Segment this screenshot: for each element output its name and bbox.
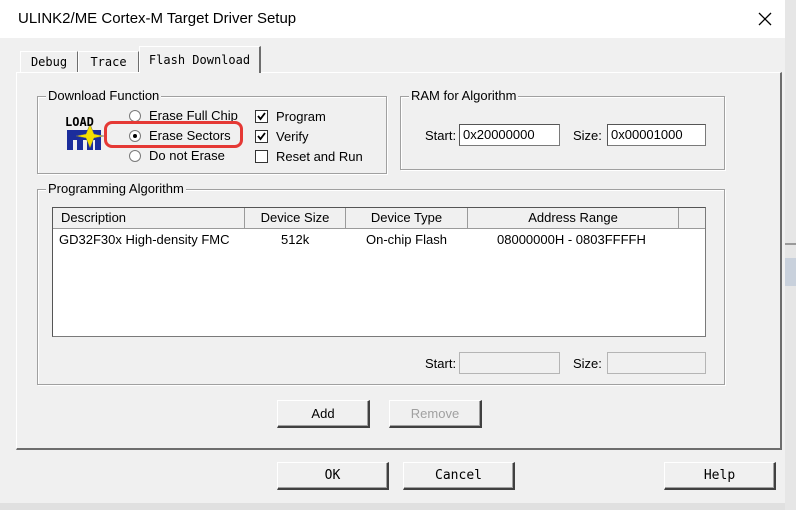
row-address-range: 08000000H - 0803FFFFH — [497, 232, 646, 247]
tab-flash-download[interactable]: Flash Download — [139, 46, 261, 73]
programming-algorithm-legend: Programming Algorithm — [46, 181, 186, 197]
do-not-erase-radio[interactable] — [129, 150, 141, 162]
help-button[interactable]: Help — [664, 462, 776, 490]
download-function-legend: Download Function — [46, 88, 162, 104]
ram-for-algorithm-legend: RAM for Algorithm — [409, 88, 519, 104]
close-icon — [758, 12, 772, 26]
add-button[interactable]: Add — [277, 400, 370, 428]
background-bar — [785, 258, 796, 286]
column-header-address-range[interactable]: Address Range — [468, 208, 679, 229]
close-button[interactable] — [748, 4, 782, 34]
background-divider — [785, 243, 796, 245]
program-checkbox[interactable] — [255, 110, 268, 123]
reset-and-run-label: Reset and Run — [276, 149, 363, 164]
load-icon-text: LOAD — [65, 115, 94, 129]
verify-label: Verify — [276, 129, 309, 144]
window-title: ULINK2/ME Cortex-M Target Driver Setup — [18, 10, 297, 27]
ram-size-label: Size: — [573, 128, 602, 143]
ram-start-label: Start: — [425, 128, 457, 143]
algorithm-start-input[interactable] — [459, 352, 560, 374]
column-header-description[interactable]: Description — [53, 208, 245, 229]
tab-trace[interactable]: Trace — [78, 51, 139, 72]
algorithm-table-header: Description Device Size Device Type Addr… — [53, 208, 705, 229]
target-driver-setup-dialog: ULINK2/ME Cortex-M Target Driver Setup D… — [0, 0, 785, 510]
checkmark-icon — [257, 112, 266, 121]
column-header-filler — [679, 208, 705, 229]
background-window-edge — [0, 503, 785, 510]
row-description: GD32F30x High-density FMC — [59, 232, 230, 247]
algorithm-size-input[interactable] — [607, 352, 706, 374]
background-window — [785, 0, 796, 510]
do-not-erase-label: Do not Erase — [149, 148, 225, 163]
reset-and-run-checkbox[interactable] — [255, 150, 268, 163]
erase-sectors-highlight — [104, 121, 243, 148]
algorithm-size-label: Size: — [573, 356, 602, 371]
column-header-device-size[interactable]: Device Size — [245, 208, 346, 229]
ram-start-input[interactable]: 0x20000000 — [459, 124, 560, 146]
column-header-device-type[interactable]: Device Type — [346, 208, 468, 229]
program-label: Program — [276, 109, 326, 124]
remove-button[interactable]: Remove — [389, 400, 482, 428]
title-bar: ULINK2/ME Cortex-M Target Driver Setup — [0, 0, 785, 38]
cancel-button[interactable]: Cancel — [403, 462, 515, 490]
tab-debug[interactable]: Debug — [20, 51, 78, 72]
algorithm-start-label: Start: — [425, 356, 457, 371]
checkmark-icon — [257, 132, 266, 141]
ram-size-input[interactable]: 0x00001000 — [607, 124, 706, 146]
verify-checkbox[interactable] — [255, 130, 268, 143]
algorithm-table[interactable]: Description Device Size Device Type Addr… — [52, 207, 706, 337]
ok-button[interactable]: OK — [277, 462, 389, 490]
row-device-type: On-chip Flash — [366, 232, 447, 247]
row-device-size: 512k — [281, 232, 310, 247]
